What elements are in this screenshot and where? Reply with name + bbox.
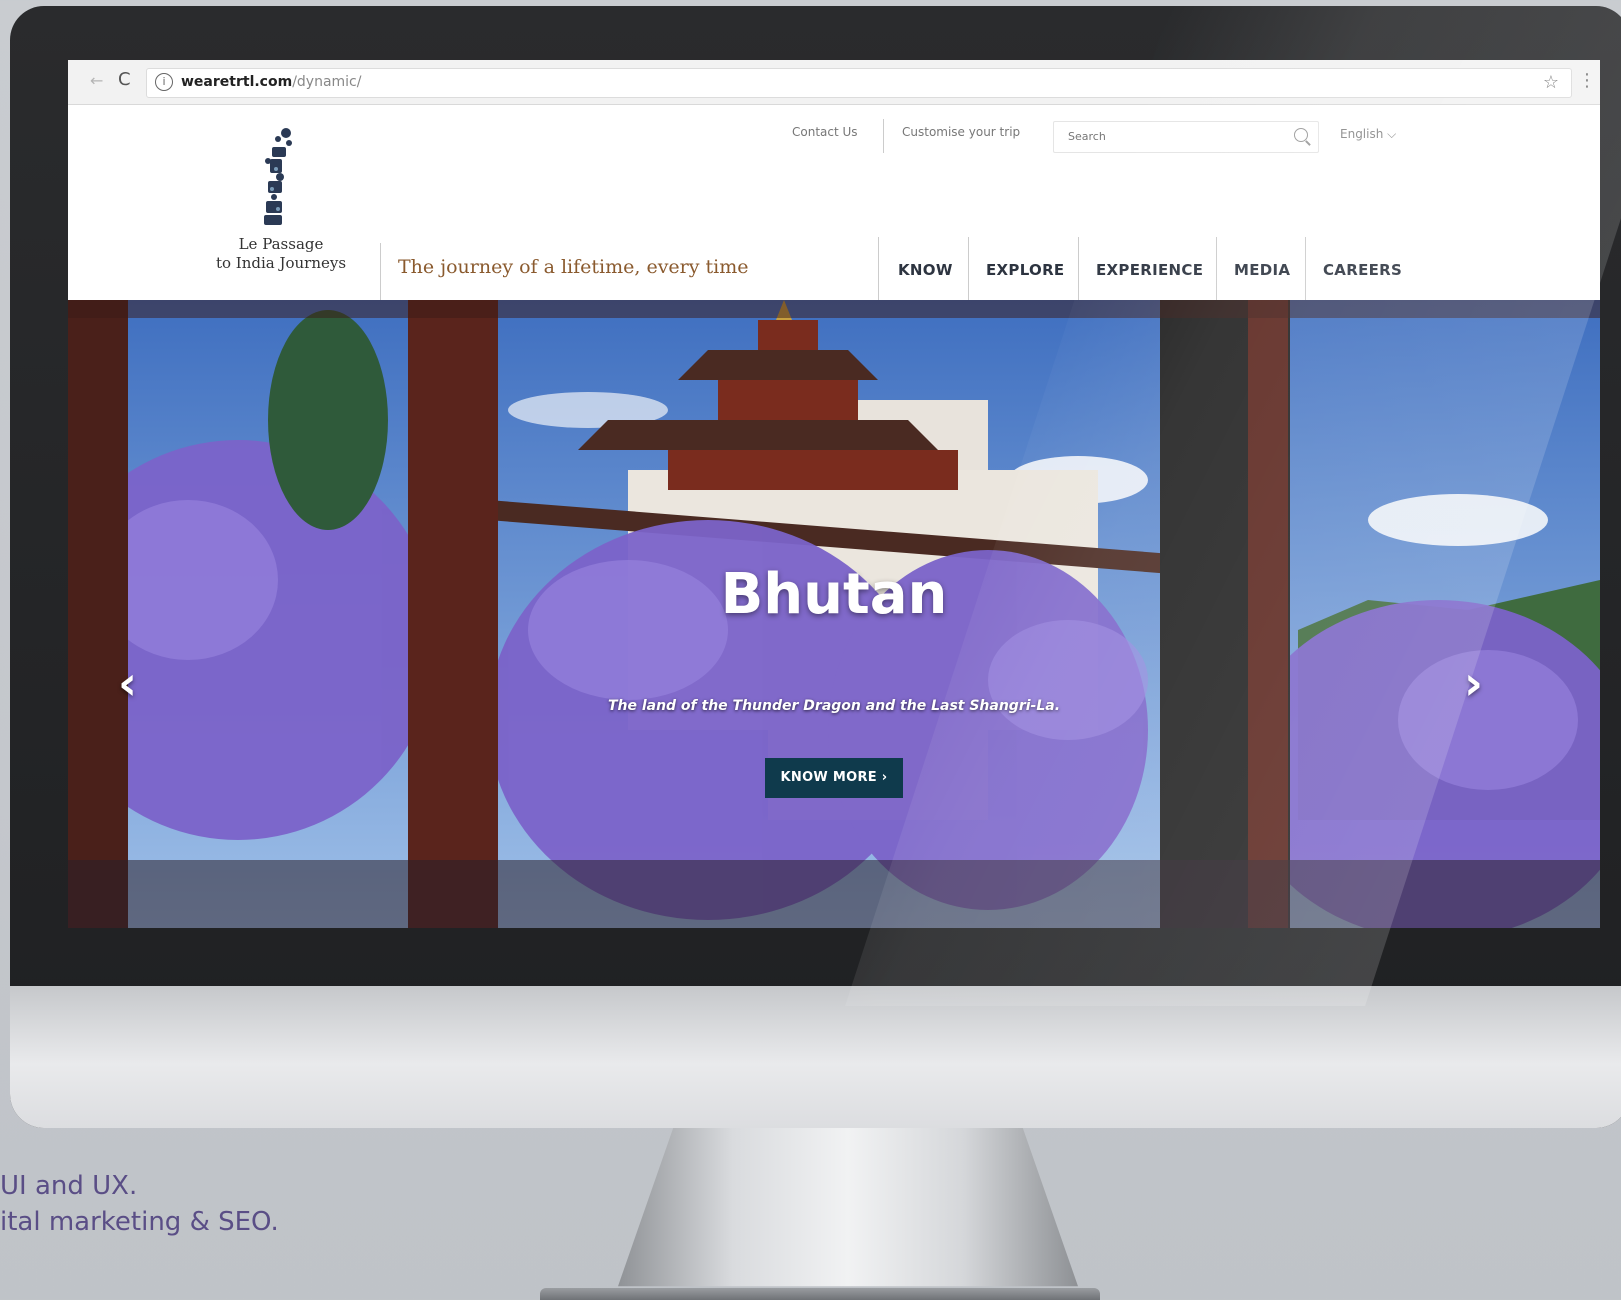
tagline: The journey of a lifetime, every time xyxy=(398,256,749,278)
nav-divider xyxy=(1216,237,1217,300)
reload-icon[interactable]: C xyxy=(118,69,131,90)
hero-subtitle: The land of the Thunder Dragon and the L… xyxy=(607,698,1061,714)
browser-toolbar: ← C i wearetrtl.com/dynamic/ ☆ ⋮ xyxy=(68,60,1600,105)
monitor-frame: ← C i wearetrtl.com/dynamic/ ☆ ⋮ Le Pass… xyxy=(10,6,1621,1128)
monitor-stand xyxy=(618,1128,1078,1287)
nav-item-experience[interactable]: EXPERIENCE xyxy=(1096,261,1203,279)
back-icon[interactable]: ← xyxy=(90,71,103,90)
url-text[interactable]: wearetrtl.com/dynamic/ xyxy=(181,74,361,90)
prev-slide-icon[interactable]: ‹ xyxy=(118,656,137,710)
nav-item-media[interactable]: MEDIA xyxy=(1234,261,1290,279)
nav-divider xyxy=(968,237,969,300)
monitor-chin xyxy=(10,986,1621,1128)
hero-slider: Bhutan The land of the Thunder Dragon an… xyxy=(68,300,1600,928)
nav-divider xyxy=(1078,237,1079,300)
address-bar[interactable]: i wearetrtl.com/dynamic/ ☆ xyxy=(146,68,1572,98)
nav-item-careers[interactable]: CAREERS xyxy=(1323,261,1402,279)
caption-line1: UI and UX. xyxy=(0,1171,138,1201)
browser-menu-icon[interactable]: ⋮ xyxy=(1578,70,1596,91)
next-slide-icon[interactable]: › xyxy=(1464,656,1483,710)
brand-name[interactable]: Le Passage to India Journeys xyxy=(204,235,358,273)
logo-icon[interactable] xyxy=(256,125,296,229)
browser-screen: ← C i wearetrtl.com/dynamic/ ☆ ⋮ Le Pass… xyxy=(68,60,1600,928)
nav-item-explore[interactable]: EXPLORE xyxy=(986,261,1064,279)
know-more-button[interactable]: KNOW MORE › xyxy=(765,758,903,798)
url-domain: wearetrtl.com xyxy=(181,74,293,90)
contact-us-link[interactable]: Contact Us xyxy=(792,125,858,139)
search-box[interactable] xyxy=(1053,121,1319,153)
caption-text: UI and UX. ital marketing & SEO. xyxy=(0,1168,279,1240)
hero-title: Bhutan xyxy=(720,562,948,627)
search-icon[interactable] xyxy=(1294,128,1308,142)
monitor-stand-base xyxy=(540,1288,1100,1300)
customise-trip-link[interactable]: Customise your trip xyxy=(902,125,1020,139)
nav-divider xyxy=(878,237,879,300)
brand-line1: Le Passage xyxy=(238,235,324,253)
language-select[interactable]: English ⌵ xyxy=(1340,127,1396,142)
nav-item-know[interactable]: KNOW xyxy=(898,261,953,279)
search-input[interactable] xyxy=(1066,129,1280,144)
utility-divider xyxy=(883,119,884,153)
header-divider xyxy=(380,243,381,300)
brand-line2: to India Journeys xyxy=(215,254,347,272)
bookmark-star-icon[interactable]: ☆ xyxy=(1543,72,1559,93)
site-header: Le Passage to India Journeys The journey… xyxy=(68,105,1600,300)
caption-line2: ital marketing & SEO. xyxy=(0,1207,279,1237)
info-icon[interactable]: i xyxy=(155,73,173,91)
url-path: /dynamic/ xyxy=(292,74,362,90)
nav-divider xyxy=(1305,237,1306,300)
